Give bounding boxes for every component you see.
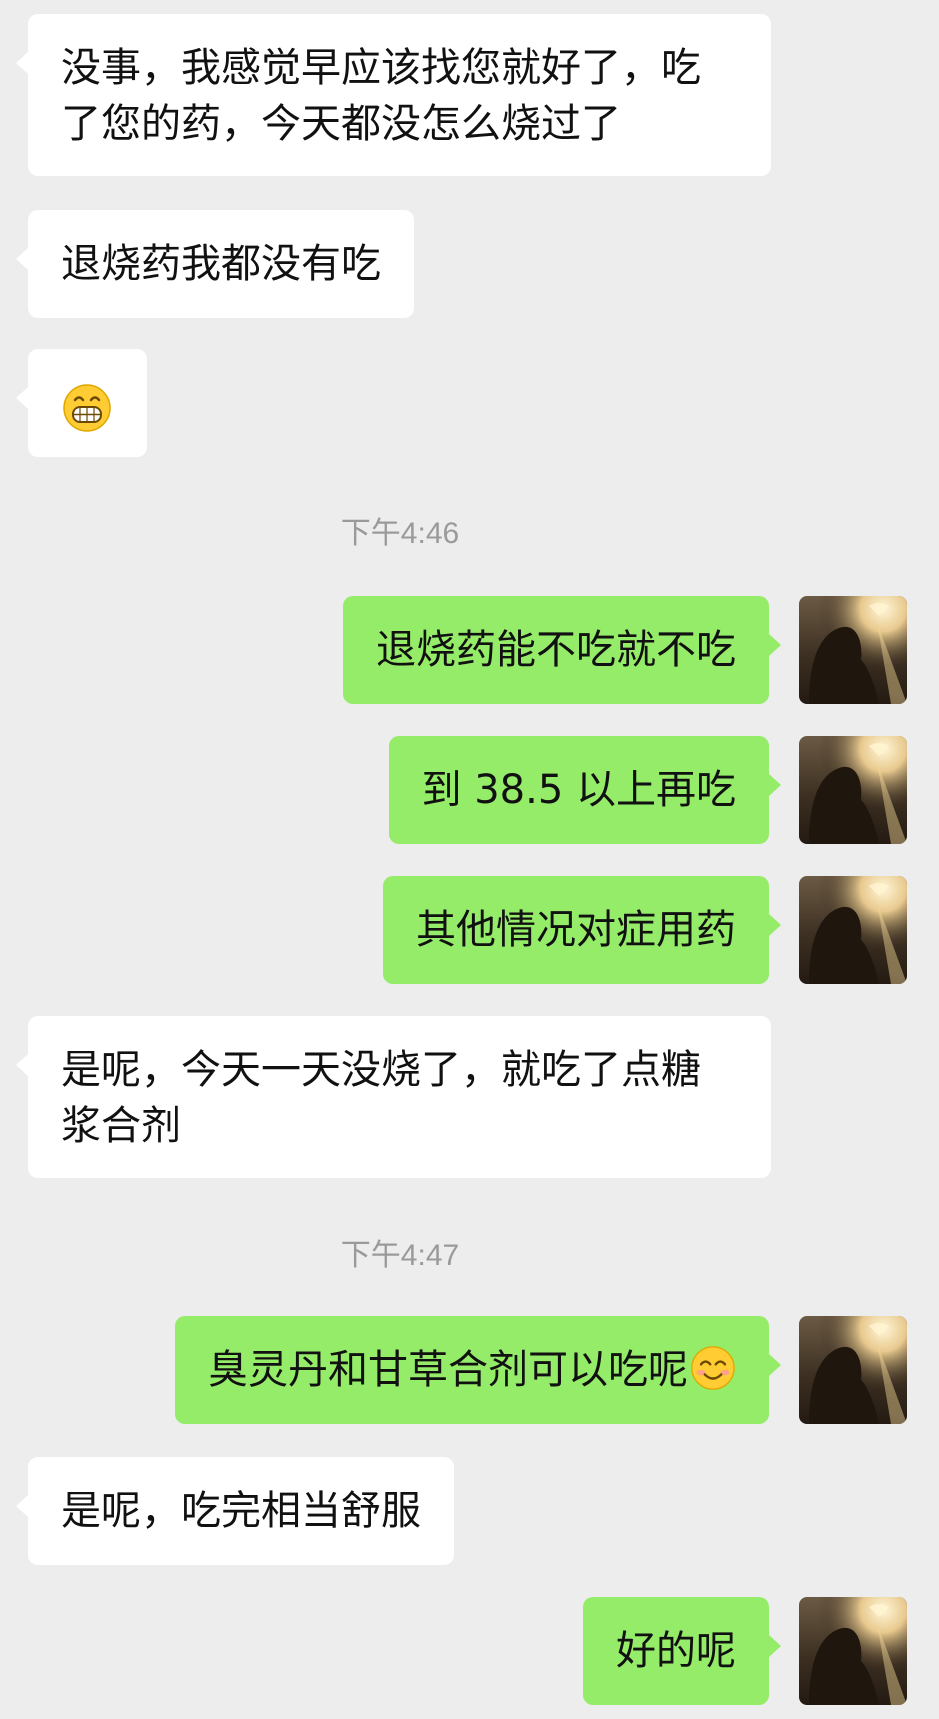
message-text: 退烧药我都没有吃 [61,241,381,287]
avatar[interactable] [799,876,907,984]
message-bubble[interactable]: 好的呢 [583,1597,781,1705]
message-text: 退烧药能不吃就不吃 [376,627,736,673]
message-bubble[interactable] [16,349,147,457]
user-avatar-image [799,1597,907,1705]
timestamp: 下午4:46 [340,517,460,550]
message-bubble[interactable]: 退烧药能不吃就不吃 [343,596,781,704]
message-bubble[interactable]: 到 38.5 以上再吃 [388,736,781,844]
avatar[interactable] [799,596,907,704]
timestamp: 下午4:47 [340,1239,460,1272]
user-avatar-image [799,1316,907,1424]
avatar[interactable] [799,1316,907,1424]
message-text: 是呢，今天一天没烧了，就吃了点糖浆合剂 [61,1047,701,1149]
message-text: 其他情况对症用药 [416,907,736,953]
message-text: 没事，我感觉早应该找您就好了，吃了您的药，今天都没怎么烧过了 [61,45,701,147]
message-bubble[interactable]: 臭灵丹和甘草合剂可以吃呢 [175,1316,781,1424]
chat-message-list[interactable]: 没事，我感觉早应该找您就好了，吃了您的药，今天都没怎么烧过了 退烧药我都没有吃 … [0,0,939,1719]
smiling-face-emoji [691,1346,735,1390]
user-avatar-image [799,596,907,704]
message-text: 好的呢 [616,1628,736,1674]
message-text: 是呢，吃完相当舒服 [61,1488,421,1534]
message-bubble[interactable]: 没事，我感觉早应该找您就好了，吃了您的药，今天都没怎么烧过了 [16,14,771,176]
message-bubble[interactable]: 是呢，吃完相当舒服 [16,1457,454,1565]
message-bubble[interactable]: 退烧药我都没有吃 [16,210,414,318]
message-bubble[interactable]: 是呢，今天一天没烧了，就吃了点糖浆合剂 [16,1016,771,1178]
message-text: 臭灵丹和甘草合剂可以吃呢 [208,1347,688,1393]
message-bubble[interactable]: 其他情况对症用药 [383,876,781,984]
avatar[interactable] [799,736,907,844]
user-avatar-image [799,876,907,984]
user-avatar-image [799,736,907,844]
avatar[interactable] [799,1597,907,1705]
message-text: 到 38.5 以上再吃 [421,767,737,813]
grinning-face-emoji [63,384,111,432]
